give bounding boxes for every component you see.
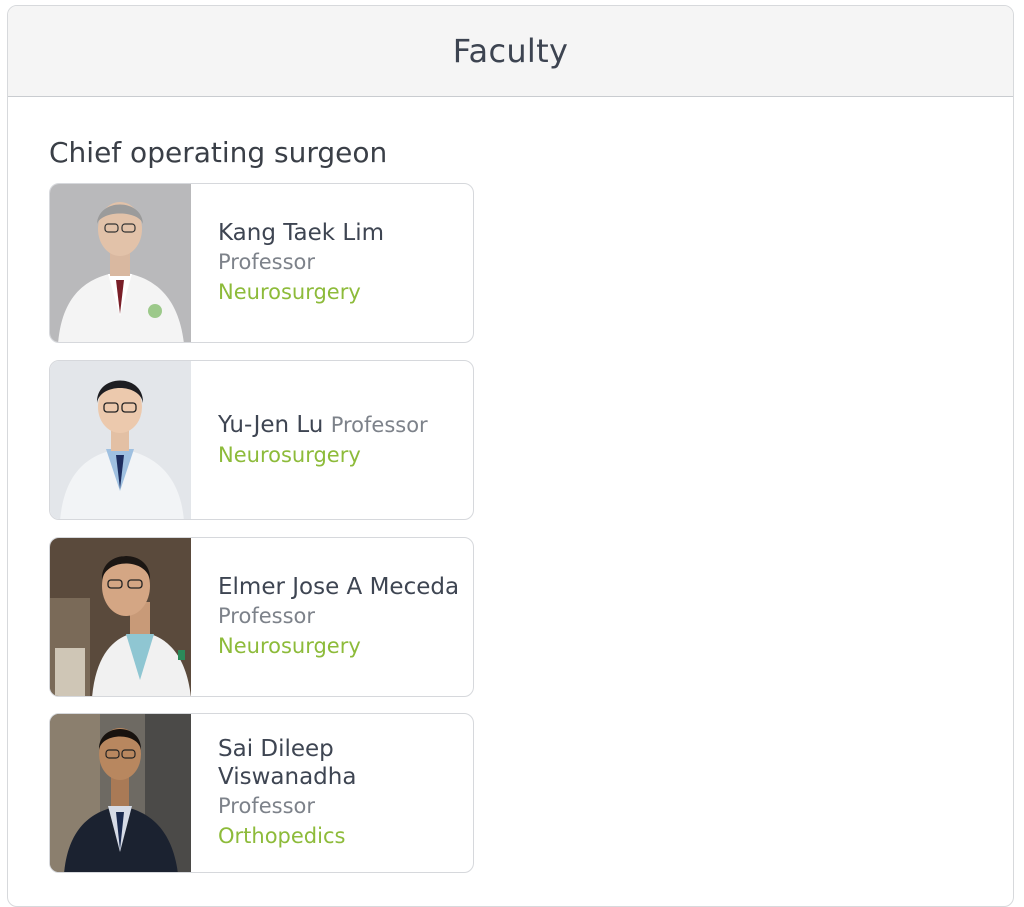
faculty-photo	[50, 714, 191, 872]
panel-header: Faculty	[8, 6, 1013, 97]
section-title: Chief operating surgeon	[49, 136, 388, 169]
faculty-card[interactable]: Sai Dileep Viswanadha Professor Orthoped…	[49, 713, 474, 873]
faculty-name: Kang Taek Lim	[218, 220, 384, 246]
faculty-title: Professor	[218, 604, 315, 628]
faculty-card[interactable]: Yu-Jen Lu Professor Neurosurgery	[49, 360, 474, 520]
faculty-photo	[50, 361, 191, 519]
faculty-panel: Faculty Chief operating surgeon Kang Tae…	[7, 5, 1014, 907]
faculty-title: Professor	[218, 794, 315, 818]
faculty-title: Professor	[218, 250, 315, 274]
faculty-department: Neurosurgery	[218, 280, 361, 304]
faculty-department: Orthopedics	[218, 824, 346, 848]
faculty-title: Professor	[330, 413, 428, 437]
faculty-name: Elmer Jose A Meceda	[218, 574, 460, 600]
faculty-name: Sai Dileep Viswanadha	[218, 736, 357, 790]
faculty-photo	[50, 538, 191, 696]
faculty-name-line: Yu-Jen Lu Professor	[218, 410, 463, 440]
faculty-card[interactable]: Kang Taek Lim Professor Neurosurgery	[49, 183, 474, 343]
faculty-name: Yu-Jen Lu	[218, 412, 324, 438]
faculty-department: Neurosurgery	[218, 634, 361, 658]
faculty-photo	[50, 184, 191, 342]
page-title: Faculty	[452, 32, 569, 70]
faculty-card[interactable]: Elmer Jose A Meceda Professor Neurosurge…	[49, 537, 474, 697]
faculty-department: Neurosurgery	[218, 443, 361, 467]
faculty-name-line: Elmer Jose A Meceda Professor	[218, 573, 463, 631]
